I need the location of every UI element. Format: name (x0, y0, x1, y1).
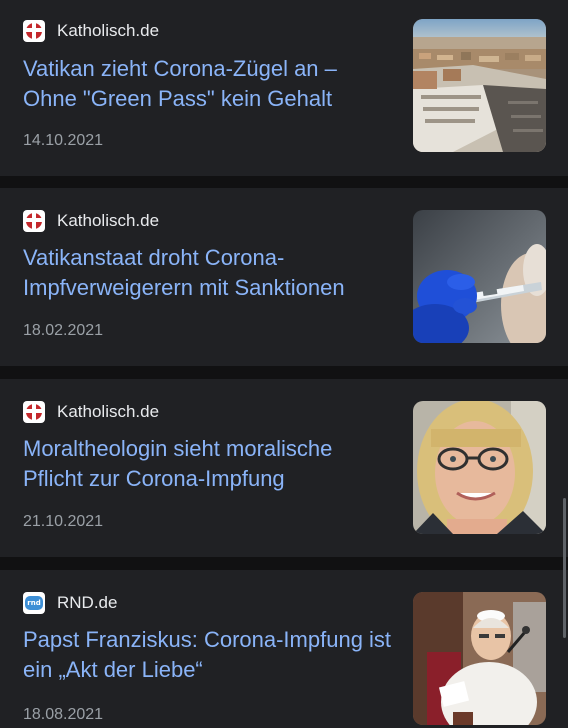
news-card[interactable]: Katholisch.de Vatikan zieht Corona-Zügel… (0, 0, 568, 176)
news-feed: Katholisch.de Vatikan zieht Corona-Zügel… (0, 0, 568, 728)
vaccine-syringe-thumbnail[interactable] (413, 210, 546, 343)
pope-portrait-thumbnail[interactable] (413, 592, 546, 725)
katholisch-favicon-icon (23, 401, 45, 423)
source-row: rnd RND.de (23, 591, 117, 615)
article-headline[interactable]: Papst Franziskus: Corona-Impfung ist ein… (23, 625, 395, 685)
article-headline[interactable]: Vatikan zieht Corona-Zügel an – Ohne "Gr… (23, 54, 395, 114)
source-name: RND.de (57, 593, 118, 612)
source-name: Katholisch.de (57, 21, 160, 40)
source-row: Katholisch.de (23, 209, 159, 233)
source-name: Katholisch.de (57, 402, 160, 421)
rnd-favicon-text: rnd (27, 599, 41, 607)
article-date: 21.10.2021 (23, 513, 104, 530)
rnd-favicon-icon: rnd (23, 592, 45, 614)
woman-portrait-thumbnail[interactable] (413, 401, 546, 534)
source-row: Katholisch.de (23, 19, 159, 43)
source-row: Katholisch.de (23, 400, 159, 424)
news-card[interactable]: Katholisch.de Vatikanstaat droht Corona-… (0, 188, 568, 366)
article-headline[interactable]: Moraltheologin sieht moralische Pflicht … (23, 434, 395, 494)
katholisch-favicon-icon (23, 210, 45, 232)
article-date: 14.10.2021 (23, 132, 104, 149)
katholisch-favicon-icon (23, 20, 45, 42)
article-date: 18.08.2021 (23, 706, 104, 723)
article-headline[interactable]: Vatikanstaat droht Corona-Impfverweigere… (23, 243, 395, 303)
news-card[interactable]: Katholisch.de Moraltheologin sieht moral… (0, 379, 568, 557)
article-date: 18.02.2021 (23, 322, 104, 339)
scrollbar[interactable] (563, 498, 566, 638)
aerial-city-thumbnail[interactable] (413, 19, 546, 152)
news-card[interactable]: rnd RND.de Papst Franziskus: Corona-Impf… (0, 570, 568, 728)
source-name: Katholisch.de (57, 211, 160, 230)
